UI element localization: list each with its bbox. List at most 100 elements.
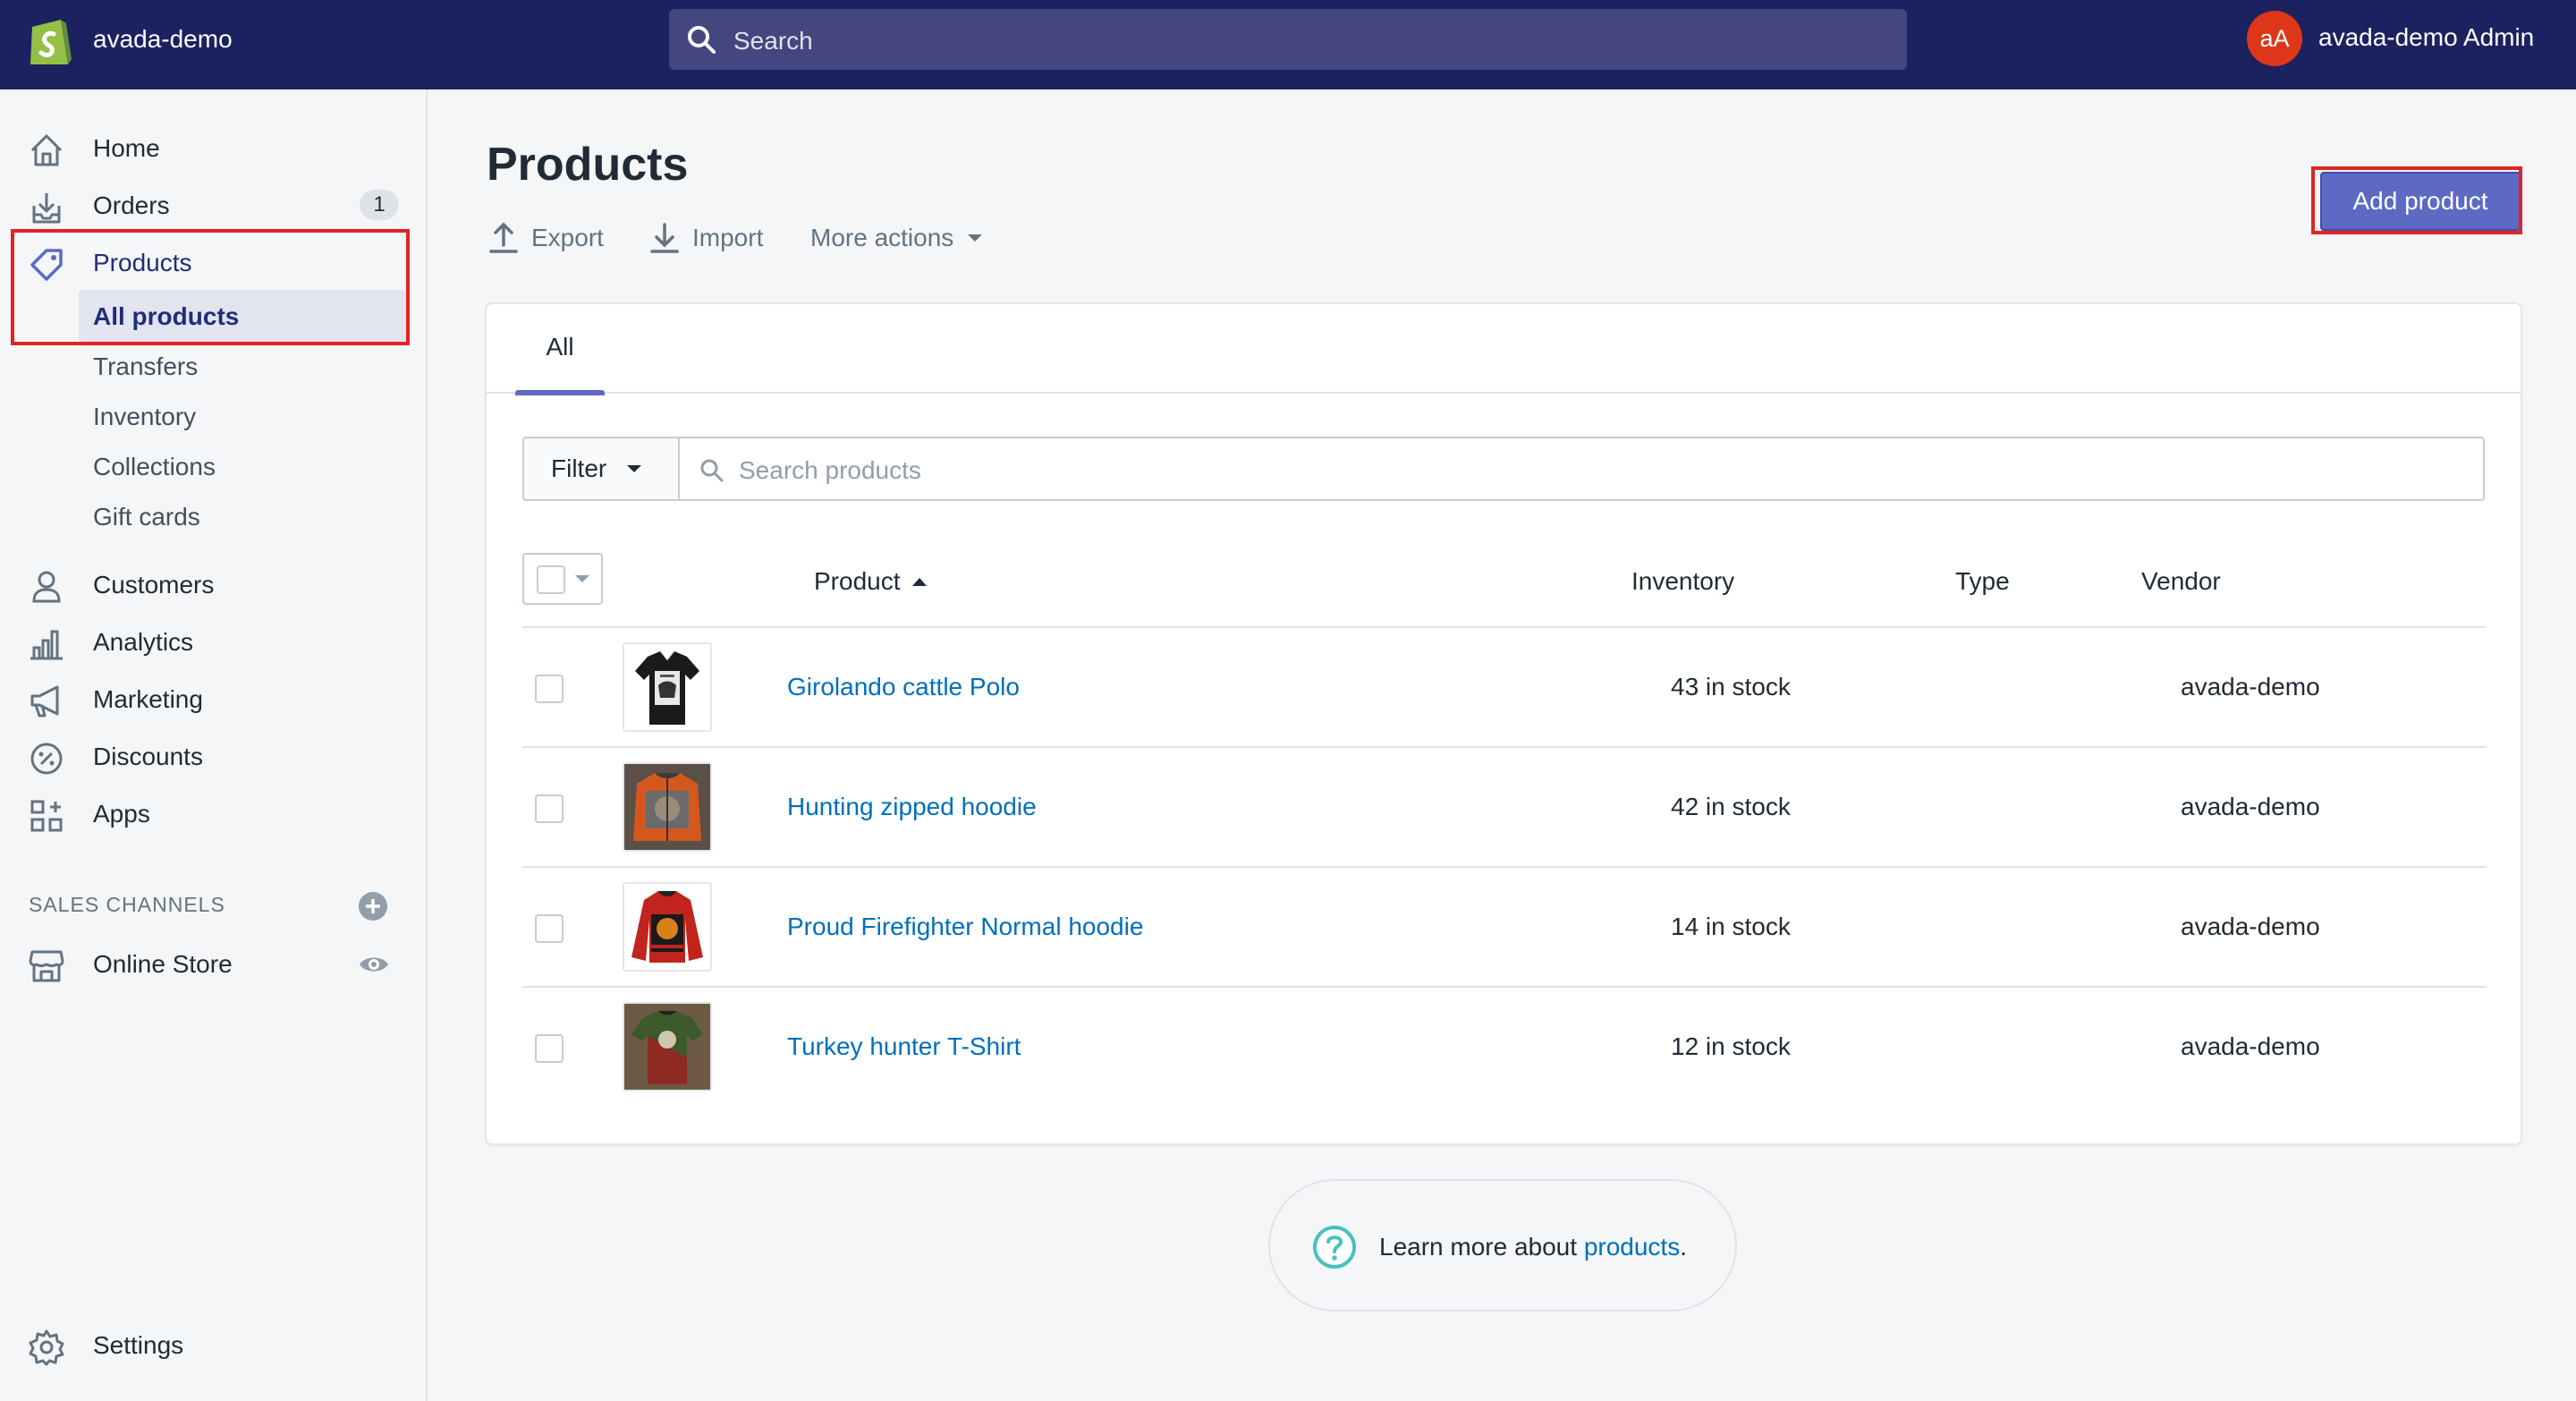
sidebar-item-label: Discounts: [93, 743, 203, 770]
export-label: Export: [531, 224, 604, 251]
orders-icon: [27, 188, 66, 227]
eye-icon[interactable]: [358, 948, 390, 981]
help-text: Learn more about products.: [1379, 1233, 1687, 1261]
export-icon: [488, 222, 519, 254]
help-callout: Learn more about products.: [1268, 1179, 1737, 1312]
sidebar-item-apps[interactable]: Apps: [0, 785, 428, 839]
sidebar-item-label: Marketing: [93, 685, 203, 713]
gear-icon: [27, 1328, 66, 1367]
inventory-value: 43 in stock: [1671, 673, 1791, 700]
row-checkbox[interactable]: [535, 914, 564, 943]
sidebar-item-discounts[interactable]: Discounts: [0, 728, 428, 782]
search-icon: [685, 23, 717, 55]
filter-label: Filter: [551, 454, 607, 482]
caret-down-icon[interactable]: [574, 574, 590, 584]
product-thumbnail[interactable]: [623, 882, 712, 972]
vendor-value: avada-demo: [2181, 793, 2320, 820]
sidebar-subitem-label: Transfers: [93, 352, 199, 380]
import-button[interactable]: Import: [649, 220, 763, 256]
sidebar-subitem-transfers[interactable]: Transfers: [79, 340, 406, 392]
product-name-link[interactable]: Proud Firefighter Normal hoodie: [787, 913, 1143, 941]
import-icon: [649, 222, 680, 254]
sidebar-subitem-label: Gift cards: [93, 503, 200, 531]
caret-down-icon: [626, 464, 642, 474]
sidebar-item-customers[interactable]: Customers: [0, 556, 428, 610]
export-button[interactable]: Export: [488, 220, 604, 256]
store-name[interactable]: avada-demo: [93, 25, 233, 54]
add-sales-channel-icon[interactable]: [358, 891, 388, 921]
inventory-value: 42 in stock: [1671, 793, 1791, 820]
sidebar-subitem-label: Collections: [93, 453, 216, 480]
table-row[interactable]: Girolando cattle Polo 43 in stock avada-…: [522, 628, 2487, 748]
tabs-bar: All: [487, 304, 2521, 395]
apps-icon: [27, 796, 66, 836]
add-product-button[interactable]: Add product: [2320, 172, 2521, 231]
sidebar: Home Orders 1 Products All products Tran…: [0, 89, 428, 1401]
product-name-link[interactable]: Turkey hunter T-Shirt: [787, 1032, 1021, 1061]
table-row[interactable]: Proud Firefighter Normal hoodie 14 in st…: [522, 868, 2487, 988]
sidebar-item-label: Customers: [93, 571, 215, 599]
more-actions-button[interactable]: More actions: [810, 220, 984, 256]
row-checkbox[interactable]: [535, 1034, 564, 1063]
table-row[interactable]: Turkey hunter T-Shirt 12 in stock avada-…: [522, 988, 2487, 1108]
sidebar-item-label: Apps: [93, 800, 150, 828]
table-row[interactable]: Hunting zipped hoodie 42 in stock avada-…: [522, 748, 2487, 868]
sidebar-subitem-label: Inventory: [93, 403, 197, 430]
column-header-type[interactable]: Type: [1955, 567, 2010, 596]
shopify-logo-icon[interactable]: [27, 14, 73, 68]
sidebar-item-analytics[interactable]: Analytics: [0, 614, 428, 667]
vendor-value: avada-demo: [2181, 673, 2320, 700]
sidebar-item-orders[interactable]: Orders 1: [0, 177, 428, 231]
sidebar-item-label: Home: [93, 134, 160, 162]
column-header-inventory[interactable]: Inventory: [1631, 567, 1734, 596]
sidebar-item-settings[interactable]: Settings: [0, 1317, 428, 1371]
sidebar-subitem-gift-cards[interactable]: Gift cards: [79, 490, 406, 542]
sidebar-subitem-inventory[interactable]: Inventory: [79, 390, 406, 442]
product-name-link[interactable]: Girolando cattle Polo: [787, 673, 1020, 701]
more-actions-label: More actions: [810, 224, 954, 251]
inventory-value: 12 in stock: [1671, 1032, 1791, 1060]
tag-icon: [27, 245, 66, 284]
bulk-select-checkbox[interactable]: [522, 553, 603, 605]
tab-all[interactable]: All: [515, 304, 605, 395]
search-products-input[interactable]: Search products: [678, 437, 2485, 501]
vendor-value: avada-demo: [2181, 1032, 2320, 1060]
product-thumbnail[interactable]: [623, 1002, 712, 1091]
import-label: Import: [692, 224, 764, 251]
product-thumbnail[interactable]: [623, 642, 712, 732]
learn-more-products-link[interactable]: products: [1584, 1233, 1680, 1261]
product-name-link[interactable]: Hunting zipped hoodie: [787, 793, 1037, 821]
top-bar: avada-demo Search aA avada-demo Admin: [0, 0, 2576, 89]
global-search-input[interactable]: Search: [669, 9, 1907, 70]
sidebar-item-home[interactable]: Home: [0, 120, 428, 174]
filter-button[interactable]: Filter: [522, 437, 680, 501]
sort-ascending-icon: [911, 576, 928, 587]
select-all-checkbox[interactable]: [537, 565, 565, 594]
sidebar-item-products[interactable]: Products: [0, 234, 428, 288]
discount-icon: [27, 739, 66, 778]
sidebar-subitem-collections[interactable]: Collections: [79, 440, 406, 492]
sales-channels-heading: SALES CHANNELS: [29, 893, 225, 916]
product-thumbnail[interactable]: [623, 762, 712, 852]
column-header-vendor[interactable]: Vendor: [2141, 567, 2221, 596]
column-header-label: Product: [814, 567, 901, 595]
vendor-value: avada-demo: [2181, 913, 2320, 940]
sidebar-item-marketing[interactable]: Marketing: [0, 671, 428, 725]
megaphone-icon: [27, 682, 66, 721]
analytics-icon: [27, 624, 66, 664]
help-text-prefix: Learn more about: [1379, 1233, 1584, 1261]
sidebar-item-label: Products: [93, 249, 192, 276]
column-header-product[interactable]: Product: [814, 567, 928, 596]
tab-label: All: [546, 333, 574, 361]
row-checkbox[interactable]: [535, 794, 564, 823]
sidebar-item-label: Orders: [93, 191, 170, 219]
sidebar-subitem-all-products[interactable]: All products: [79, 290, 406, 342]
avatar[interactable]: aA: [2247, 11, 2302, 66]
account-name[interactable]: avada-demo Admin: [2318, 23, 2534, 52]
sidebar-subitem-label: All products: [93, 302, 240, 330]
tab-active-indicator: [515, 390, 605, 395]
row-checkbox[interactable]: [535, 675, 564, 703]
sidebar-item-label: Settings: [93, 1331, 184, 1359]
search-icon: [699, 458, 724, 483]
orders-count-badge: 1: [360, 190, 399, 220]
